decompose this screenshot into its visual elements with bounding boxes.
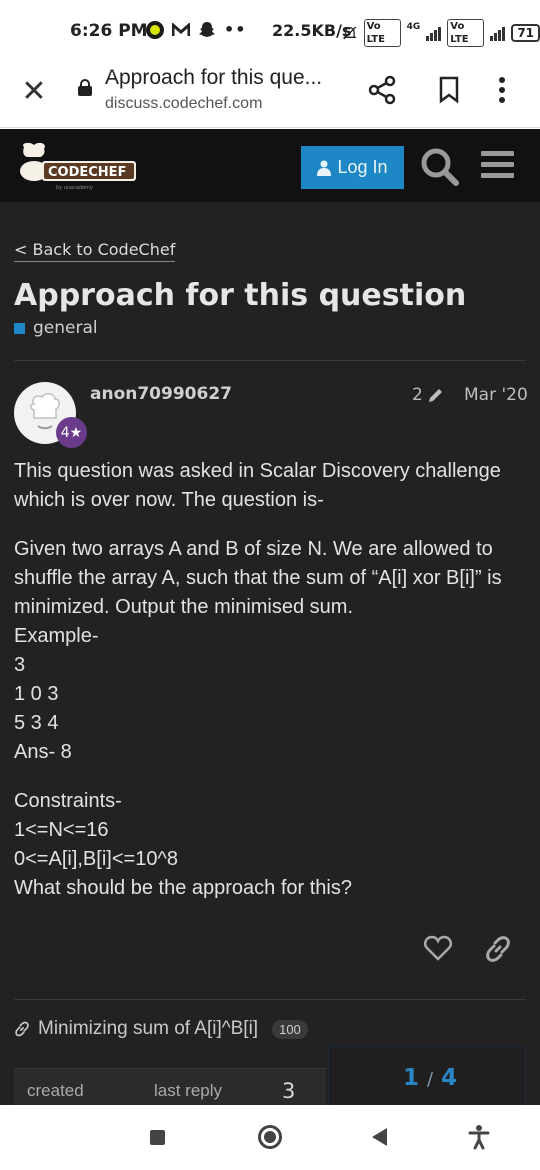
post-line: Constraints-: [14, 790, 122, 812]
more-notifications-icon: ••: [224, 20, 247, 39]
post-line: Ans- 8: [14, 741, 72, 763]
post-date[interactable]: Mar '20: [464, 385, 528, 405]
post-paragraph-constraints: Constraints- 1<=N<=16 0<=A[i],B[i]<=10^8…: [14, 787, 524, 903]
mute-icon: [343, 26, 357, 40]
signal-icon: [426, 25, 442, 41]
search-icon[interactable]: [420, 147, 460, 187]
back-icon[interactable]: [372, 1128, 387, 1146]
click-count-badge: 100: [272, 1019, 308, 1039]
network-speed: 22.5KB/s: [272, 21, 352, 40]
site-header: CODECHEF by unacademy Log In: [0, 129, 540, 202]
status-time: 6:26 PM: [70, 21, 148, 41]
system-icons: Vo LTE 4G Vo LTE 71: [342, 19, 540, 47]
accessibility-icon[interactable]: [468, 1124, 490, 1150]
close-icon[interactable]: ✕: [18, 76, 50, 108]
topic-summary[interactable]: created last reply 3: [14, 1068, 326, 1105]
post-line: What should be the approach for this?: [14, 877, 352, 899]
snapchat-icon: [199, 21, 215, 37]
page-domain[interactable]: discuss.codechef.com: [105, 95, 262, 113]
post-paragraph: This question was asked in Scalar Discov…: [14, 460, 501, 511]
created-label: created: [27, 1081, 84, 1100]
lock-icon[interactable]: [78, 79, 92, 96]
o-app-icon: [146, 20, 164, 39]
bookmark-icon[interactable]: [438, 76, 460, 104]
browser-toolbar: ✕ Approach for this que... discuss.codec…: [0, 60, 540, 128]
linked-topic[interactable]: Minimizing sum of A[i]^B[i] 100: [14, 1018, 308, 1040]
logo-text: CODECHEF: [48, 165, 126, 180]
post-line: 3: [14, 654, 26, 676]
system-nav-bar: [0, 1105, 540, 1170]
heart-icon[interactable]: [424, 935, 452, 961]
progress-separator: /: [427, 1069, 434, 1090]
post-line: 0<=A[i],B[i]<=10^8: [14, 848, 178, 870]
back-link[interactable]: < Back to CodeChef: [14, 240, 176, 262]
user-icon: [317, 160, 332, 176]
post-line: 1<=N<=16: [14, 819, 109, 841]
topic-progress[interactable]: 1 / 4: [328, 1046, 526, 1105]
category-color-square: [14, 322, 25, 334]
progress-current: 1: [403, 1065, 420, 1091]
more-vert-icon[interactable]: [498, 76, 506, 104]
category-badge[interactable]: general: [14, 318, 98, 338]
post-body: This question was asked in Scalar Discov…: [14, 457, 524, 923]
topic-title[interactable]: Approach for this question: [14, 278, 466, 313]
post-line: Given two arrays A and B of size N. We a…: [14, 538, 502, 618]
home-icon[interactable]: [258, 1125, 282, 1149]
login-label: Log In: [337, 157, 388, 177]
replies-count: 3: [282, 1079, 296, 1103]
post-line: 5 3 4: [14, 712, 59, 734]
divider: [14, 360, 526, 361]
edit-history[interactable]: 2: [412, 385, 445, 405]
login-button[interactable]: Log In: [301, 146, 404, 189]
category-label: general: [33, 318, 98, 338]
battery-icon: 71: [511, 24, 540, 42]
divider: [14, 999, 526, 1000]
status-bar: 6:26 PM •• 22.5KB/s Vo LTE 4G Vo LTE 71: [0, 0, 540, 60]
post-line: Example-: [14, 625, 99, 647]
volte-badge-2: Vo LTE: [447, 19, 485, 47]
topic-page: < Back to CodeChef Approach for this que…: [0, 202, 540, 1105]
volte-badge: Vo LTE: [363, 19, 401, 47]
post-paragraph-problem: Given two arrays A and B of size N. We a…: [14, 535, 524, 767]
edit-count: 2: [412, 385, 423, 405]
page-title[interactable]: Approach for this que...: [105, 66, 322, 90]
recents-icon[interactable]: [150, 1130, 165, 1145]
last-reply-label: last reply: [154, 1081, 223, 1100]
m-app-icon: [172, 22, 190, 36]
link-icon: [15, 1021, 29, 1037]
share-icon[interactable]: [367, 75, 397, 105]
progress-indicator: 1 / 4: [403, 1065, 457, 1091]
post-line: 1 0 3: [14, 683, 59, 705]
progress-total: 4: [441, 1065, 458, 1091]
linked-topic-title: Minimizing sum of A[i]^B[i]: [38, 1018, 259, 1039]
pencil-icon: [428, 389, 442, 402]
post-username[interactable]: anon70990627: [90, 384, 232, 404]
notification-icons: ••: [146, 20, 246, 39]
network-type: 4G: [406, 22, 421, 32]
star-rating-badge: 4★: [56, 417, 87, 448]
link-icon[interactable]: [484, 935, 512, 963]
signal-icon-2: [490, 25, 506, 41]
hamburger-menu-icon[interactable]: [481, 149, 514, 181]
codechef-logo[interactable]: CODECHEF by unacademy: [12, 141, 142, 193]
logo-subtext: by unacademy: [56, 185, 93, 191]
